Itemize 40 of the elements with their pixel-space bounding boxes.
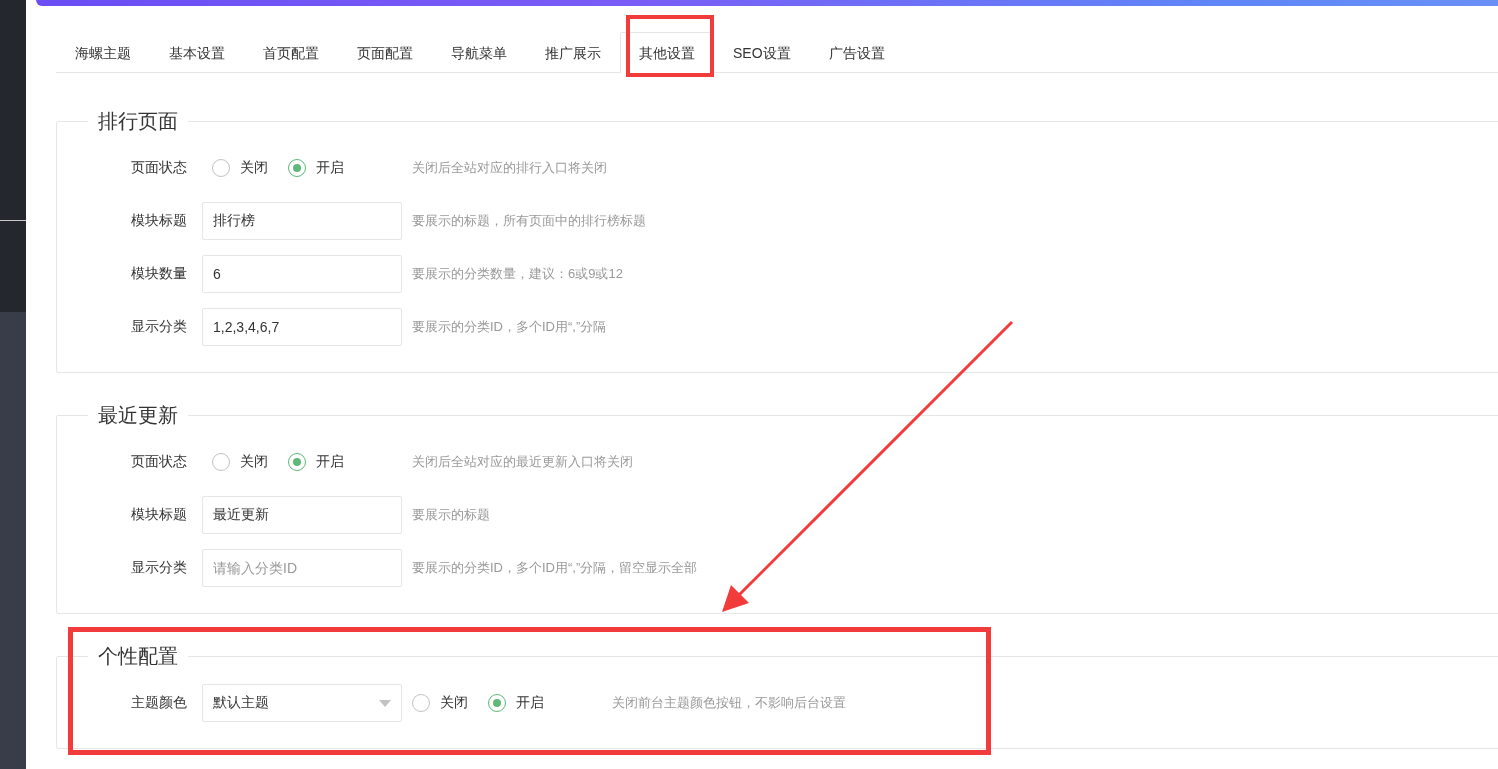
section-title: 个性配置: [97, 644, 179, 669]
field-label: 显示分类: [130, 318, 187, 336]
tab[interactable]: 基本设置: [150, 32, 244, 72]
caret-icon: [379, 699, 391, 707]
radio-option[interactable]: 关闭: [212, 159, 268, 177]
help-text: 关闭后全站对应的最近更新入口将关闭: [412, 453, 633, 471]
tab[interactable]: 海螺主题: [56, 32, 150, 72]
tab[interactable]: 首页配置: [244, 32, 338, 72]
text-field[interactable]: 6: [202, 255, 402, 293]
section-title: 排行页面: [97, 109, 179, 134]
tab[interactable]: 推广展示: [526, 32, 620, 72]
help-text: 要展示的分类数量，建议：6或9或12: [412, 265, 623, 283]
text-field[interactable]: 最近更新: [202, 496, 402, 534]
help-text: 要展示的标题: [412, 506, 490, 524]
text-field[interactable]: 1,2,3,4,6,7: [202, 308, 402, 346]
field-label: 显示分类: [130, 559, 187, 577]
dropdown-field[interactable]: 默认主题: [202, 684, 402, 722]
text-field[interactable]: 排行榜: [202, 202, 402, 240]
field-label: 页面状态: [130, 453, 187, 471]
field-label: 页面状态: [130, 159, 187, 177]
radio-option[interactable]: 关闭: [412, 694, 468, 712]
radio-option[interactable]: 开启: [288, 453, 344, 471]
field-label: 模块标题: [130, 212, 187, 230]
tab[interactable]: 页面配置: [338, 32, 432, 72]
radio-option[interactable]: 开启: [288, 159, 344, 177]
field-label: 模块标题: [130, 506, 187, 524]
help-text: 关闭前台主题颜色按钮，不影响后台设置: [612, 694, 846, 712]
field-label: 主题颜色: [130, 694, 187, 712]
field-label: 模块数量: [130, 265, 187, 283]
tab[interactable]: 导航菜单: [432, 32, 526, 72]
tab[interactable]: 广告设置: [809, 32, 904, 72]
radio-option[interactable]: 开启: [488, 694, 544, 712]
section-title: 最近更新: [97, 403, 179, 428]
help-text: 要展示的分类ID，多个ID用“,”分隔，留空显示全部: [412, 559, 698, 577]
text-field[interactable]: 请输入分类ID: [202, 549, 402, 587]
help-text: 要展示的标题，所有页面中的排行榜标题: [412, 212, 646, 230]
tab[interactable]: SEO设置: [714, 32, 810, 72]
help-text: 关闭后全站对应的排行入口将关闭: [412, 159, 607, 177]
radio-option[interactable]: 关闭: [212, 453, 268, 471]
help-text: 要展示的分类ID，多个ID用“,”分隔: [412, 318, 607, 336]
